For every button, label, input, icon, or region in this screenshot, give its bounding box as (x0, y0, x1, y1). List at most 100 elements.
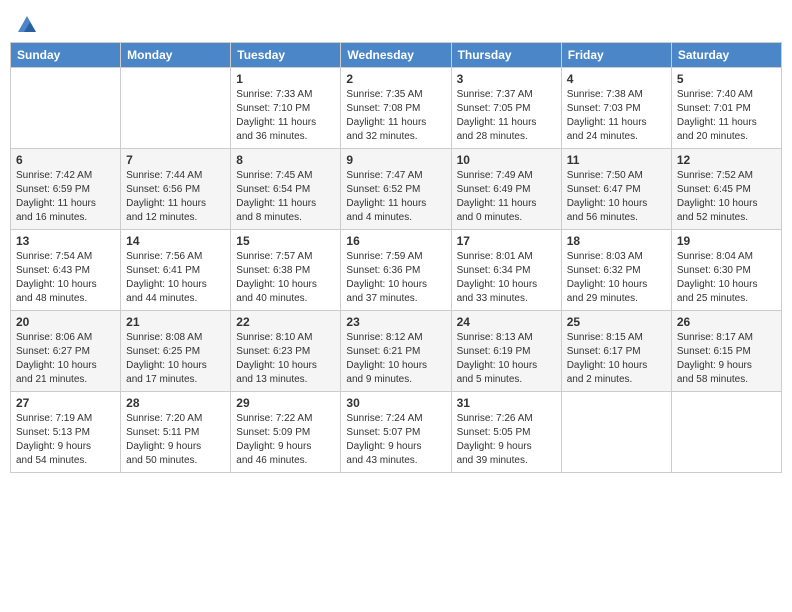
calendar-cell: 8 Sunrise: 7:45 AM Sunset: 6:54 PM Daylig… (231, 149, 341, 230)
calendar-cell: 4Sunrise: 7:38 AM Sunset: 7:03 PM Daylig… (561, 68, 671, 149)
day-of-week-header: Sunday (11, 43, 121, 68)
day-number: 22 (236, 315, 335, 329)
day-number: 13 (16, 234, 115, 248)
calendar-week-row: 6Sunrise: 7:42 AM Sunset: 6:59 PM Daylig… (11, 149, 782, 230)
day-info: Sunrise: 7:35 AM Sunset: 7:08 PM Dayligh… (346, 88, 445, 144)
day-info: Sunrise: 7:47 AM Sunset: 6:52 PM Dayligh… (346, 169, 445, 225)
day-info: Sunrise: 7:54 AM Sunset: 6:43 PM Dayligh… (16, 250, 115, 306)
calendar-cell: 21 Sunrise: 8:08 AM Sunset: 6:25 PM Dayli… (121, 311, 231, 392)
day-info: Sunrise: 8:06 AM Sunset: 6:27 PM Dayligh… (16, 331, 115, 387)
day-info: Sunrise: 7:24 AM Sunset: 5:07 PM Dayligh… (346, 412, 445, 468)
calendar-cell: 1Sunrise: 7:33 AM Sunset: 7:10 PM Daylig… (231, 68, 341, 149)
day-info: Sunrise: 8:10 AM Sunset: 6:23 PM Dayligh… (236, 331, 335, 387)
calendar-cell (11, 68, 121, 149)
calendar-cell: 5 Sunrise: 7:40 AM Sunset: 7:01 PM Daylig… (671, 68, 781, 149)
calendar-cell: 17 Sunrise: 8:01 AM Sunset: 6:34 PM Dayli… (451, 230, 561, 311)
calendar-week-row: 20 Sunrise: 8:06 AM Sunset: 6:27 PM Dayli… (11, 311, 782, 392)
day-number: 14 (126, 234, 225, 248)
day-number: 10 (457, 153, 556, 167)
day-info: Sunrise: 8:01 AM Sunset: 6:34 PM Dayligh… (457, 250, 556, 306)
day-number: 21 (126, 315, 225, 329)
day-of-week-header: Monday (121, 43, 231, 68)
day-info: Sunrise: 8:08 AM Sunset: 6:25 PM Dayligh… (126, 331, 225, 387)
day-number: 6 (16, 153, 115, 167)
day-info: Sunrise: 7:37 AM Sunset: 7:05 PM Dayligh… (457, 88, 556, 144)
calendar-cell: 27 Sunrise: 7:19 AM Sunset: 5:13 PM Dayli… (11, 392, 121, 473)
day-info: Sunrise: 7:40 AM Sunset: 7:01 PM Dayligh… (677, 88, 776, 144)
day-info: Sunrise: 7:59 AM Sunset: 6:36 PM Dayligh… (346, 250, 445, 306)
day-info: Sunrise: 7:52 AM Sunset: 6:45 PM Dayligh… (677, 169, 776, 225)
day-number: 3 (457, 72, 556, 86)
day-number: 8 (236, 153, 335, 167)
day-number: 5 (677, 72, 776, 86)
day-number: 29 (236, 396, 335, 410)
day-number: 31 (457, 396, 556, 410)
calendar-cell: 3 Sunrise: 7:37 AM Sunset: 7:05 PM Daylig… (451, 68, 561, 149)
calendar-cell: 28Sunrise: 7:20 AM Sunset: 5:11 PM Dayli… (121, 392, 231, 473)
calendar-cell: 14 Sunrise: 7:56 AM Sunset: 6:41 PM Dayli… (121, 230, 231, 311)
day-info: Sunrise: 7:56 AM Sunset: 6:41 PM Dayligh… (126, 250, 225, 306)
calendar-cell: 2 Sunrise: 7:35 AM Sunset: 7:08 PM Daylig… (341, 68, 451, 149)
day-number: 23 (346, 315, 445, 329)
day-info: Sunrise: 8:17 AM Sunset: 6:15 PM Dayligh… (677, 331, 776, 387)
day-info: Sunrise: 7:19 AM Sunset: 5:13 PM Dayligh… (16, 412, 115, 468)
logo (14, 14, 38, 36)
day-of-week-header: Wednesday (341, 43, 451, 68)
days-of-week-row: SundayMondayTuesdayWednesdayThursdayFrid… (11, 43, 782, 68)
calendar-cell: 22 Sunrise: 8:10 AM Sunset: 6:23 PM Dayli… (231, 311, 341, 392)
day-info: Sunrise: 8:03 AM Sunset: 6:32 PM Dayligh… (567, 250, 666, 306)
calendar-cell: 25Sunrise: 8:15 AM Sunset: 6:17 PM Dayli… (561, 311, 671, 392)
calendar-cell: 15 Sunrise: 7:57 AM Sunset: 6:38 PM Dayli… (231, 230, 341, 311)
calendar-week-row: 13 Sunrise: 7:54 AM Sunset: 6:43 PM Dayli… (11, 230, 782, 311)
day-number: 20 (16, 315, 115, 329)
day-number: 19 (677, 234, 776, 248)
day-number: 1 (236, 72, 335, 86)
day-info: Sunrise: 8:13 AM Sunset: 6:19 PM Dayligh… (457, 331, 556, 387)
calendar-cell: 29 Sunrise: 7:22 AM Sunset: 5:09 PM Dayli… (231, 392, 341, 473)
day-info: Sunrise: 7:45 AM Sunset: 6:54 PM Dayligh… (236, 169, 335, 225)
day-of-week-header: Friday (561, 43, 671, 68)
day-number: 26 (677, 315, 776, 329)
calendar-body: 1Sunrise: 7:33 AM Sunset: 7:10 PM Daylig… (11, 68, 782, 473)
day-number: 18 (567, 234, 666, 248)
calendar-week-row: 27 Sunrise: 7:19 AM Sunset: 5:13 PM Dayli… (11, 392, 782, 473)
calendar-cell: 24 Sunrise: 8:13 AM Sunset: 6:19 PM Dayli… (451, 311, 561, 392)
day-info: Sunrise: 8:12 AM Sunset: 6:21 PM Dayligh… (346, 331, 445, 387)
day-number: 15 (236, 234, 335, 248)
calendar-cell: 13 Sunrise: 7:54 AM Sunset: 6:43 PM Dayli… (11, 230, 121, 311)
calendar-table: SundayMondayTuesdayWednesdayThursdayFrid… (10, 42, 782, 473)
day-number: 11 (567, 153, 666, 167)
calendar-cell: 30Sunrise: 7:24 AM Sunset: 5:07 PM Dayli… (341, 392, 451, 473)
day-of-week-header: Tuesday (231, 43, 341, 68)
calendar-cell: 16 Sunrise: 7:59 AM Sunset: 6:36 PM Dayli… (341, 230, 451, 311)
day-number: 12 (677, 153, 776, 167)
day-info: Sunrise: 7:50 AM Sunset: 6:47 PM Dayligh… (567, 169, 666, 225)
day-number: 25 (567, 315, 666, 329)
day-info: Sunrise: 7:26 AM Sunset: 5:05 PM Dayligh… (457, 412, 556, 468)
day-number: 2 (346, 72, 445, 86)
day-of-week-header: Thursday (451, 43, 561, 68)
day-info: Sunrise: 7:22 AM Sunset: 5:09 PM Dayligh… (236, 412, 335, 468)
day-number: 7 (126, 153, 225, 167)
day-number: 24 (457, 315, 556, 329)
day-info: Sunrise: 8:04 AM Sunset: 6:30 PM Dayligh… (677, 250, 776, 306)
day-of-week-header: Saturday (671, 43, 781, 68)
calendar-week-row: 1Sunrise: 7:33 AM Sunset: 7:10 PM Daylig… (11, 68, 782, 149)
day-number: 17 (457, 234, 556, 248)
calendar-cell: 10 Sunrise: 7:49 AM Sunset: 6:49 PM Dayli… (451, 149, 561, 230)
calendar-cell (671, 392, 781, 473)
day-number: 27 (16, 396, 115, 410)
calendar-cell (121, 68, 231, 149)
day-number: 4 (567, 72, 666, 86)
day-info: Sunrise: 7:20 AM Sunset: 5:11 PM Dayligh… (126, 412, 225, 468)
day-info: Sunrise: 7:57 AM Sunset: 6:38 PM Dayligh… (236, 250, 335, 306)
calendar-cell: 26 Sunrise: 8:17 AM Sunset: 6:15 PM Dayli… (671, 311, 781, 392)
calendar-header: SundayMondayTuesdayWednesdayThursdayFrid… (11, 43, 782, 68)
day-info: Sunrise: 7:44 AM Sunset: 6:56 PM Dayligh… (126, 169, 225, 225)
calendar-cell: 31 Sunrise: 7:26 AM Sunset: 5:05 PM Dayli… (451, 392, 561, 473)
calendar-cell: 6Sunrise: 7:42 AM Sunset: 6:59 PM Daylig… (11, 149, 121, 230)
logo-icon (16, 14, 38, 36)
day-number: 16 (346, 234, 445, 248)
day-info: Sunrise: 7:49 AM Sunset: 6:49 PM Dayligh… (457, 169, 556, 225)
calendar-cell: 12 Sunrise: 7:52 AM Sunset: 6:45 PM Dayli… (671, 149, 781, 230)
